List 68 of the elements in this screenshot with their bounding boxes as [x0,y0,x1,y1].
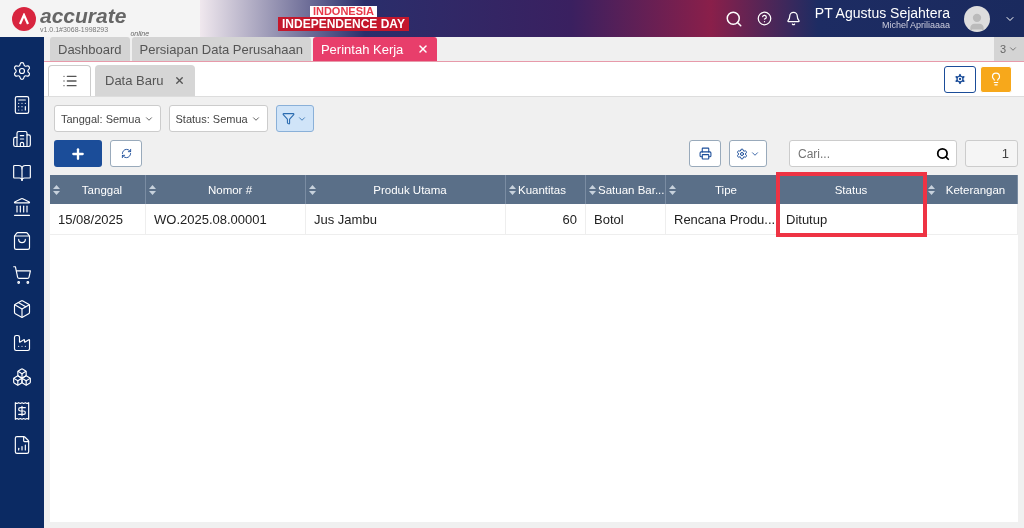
printer-icon [698,147,712,160]
tab[interactable]: Perintah Kerja [312,37,438,61]
column-header[interactable]: Tanggal [50,175,146,204]
table-cell: Ditutup [778,204,925,235]
column-header[interactable]: Kuantitas [506,175,586,204]
table-cell: Rencana Produ... [666,204,778,235]
filter-dropdown[interactable]: Status: Semua [168,105,268,132]
table-cell: Jus Jambu [306,204,506,235]
sort-icon[interactable] [928,184,935,195]
factory-icon[interactable] [12,333,32,353]
cart-icon[interactable] [12,265,32,285]
close-icon[interactable] [417,43,430,55]
gear-icon [953,72,967,86]
user-name: Michel Apriliaaaa [881,21,950,32]
list-button[interactable] [48,65,91,96]
close-icon[interactable] [173,75,185,86]
bag-icon[interactable] [12,231,32,251]
banner-title: INDONESIA [309,6,377,17]
column-header[interactable]: Status [778,175,925,204]
search-icon[interactable] [936,146,950,161]
company-name: PT Agustus Sejahtera [814,5,950,22]
filter-dropdown[interactable]: Tanggal: Semua [54,105,161,132]
column-header[interactable]: Tipe [666,175,778,204]
table-cell: 60 [506,204,586,235]
column-header[interactable]: Produk Utama [306,175,506,204]
logo-text: accurate [40,4,127,26]
settings-dropdown[interactable] [729,140,767,167]
logo-icon [12,6,36,31]
sort-icon[interactable] [149,184,156,195]
column-header[interactable]: Satuan Bar... [586,175,666,204]
sort-icon[interactable] [509,184,516,195]
lightbulb-icon [989,72,1003,86]
tab[interactable]: Persiapan Data Perusahaan [131,37,311,61]
filter-icon [282,112,296,125]
bell-icon[interactable] [785,11,801,26]
list-icon [61,73,78,89]
refresh-icon [120,148,132,159]
tab[interactable]: Dashboard [50,37,130,61]
gear-icon[interactable] [12,61,32,81]
table-cell: WO.2025.08.00001 [146,204,306,235]
search-input[interactable]: Cari... [796,145,936,162]
banner-title: INDEPENDENCE DAY [278,17,409,31]
print-button[interactable] [689,140,721,167]
filter-button[interactable] [275,105,314,132]
plus-icon [70,145,86,162]
book-icon[interactable] [12,163,32,183]
page-field[interactable]: 1 [965,140,1018,167]
table-cell: 15/08/2025 [50,204,146,235]
gear-icon [736,147,748,160]
sort-icon[interactable] [589,184,596,195]
search-icon[interactable] [724,9,743,28]
avatar[interactable] [964,5,990,32]
sort-icon[interactable] [53,184,60,195]
column-header[interactable]: Keterangan [925,175,1018,204]
tab-count[interactable]: 3 [994,37,1024,61]
settings-button[interactable] [944,65,976,93]
refresh-button[interactable] [110,140,142,167]
bank-icon[interactable] [12,197,32,217]
sort-icon[interactable] [669,184,676,195]
help-icon[interactable] [756,11,772,26]
tab[interactable]: Data Baru [95,65,195,96]
column-header[interactable]: Nomor # [146,175,306,204]
table-cell: Botol [586,204,666,235]
building-icon[interactable] [12,129,32,149]
search-field[interactable]: Cari... [789,140,957,167]
add-button[interactable] [54,140,102,167]
report-icon[interactable] [12,435,32,455]
sort-icon[interactable] [309,184,316,195]
